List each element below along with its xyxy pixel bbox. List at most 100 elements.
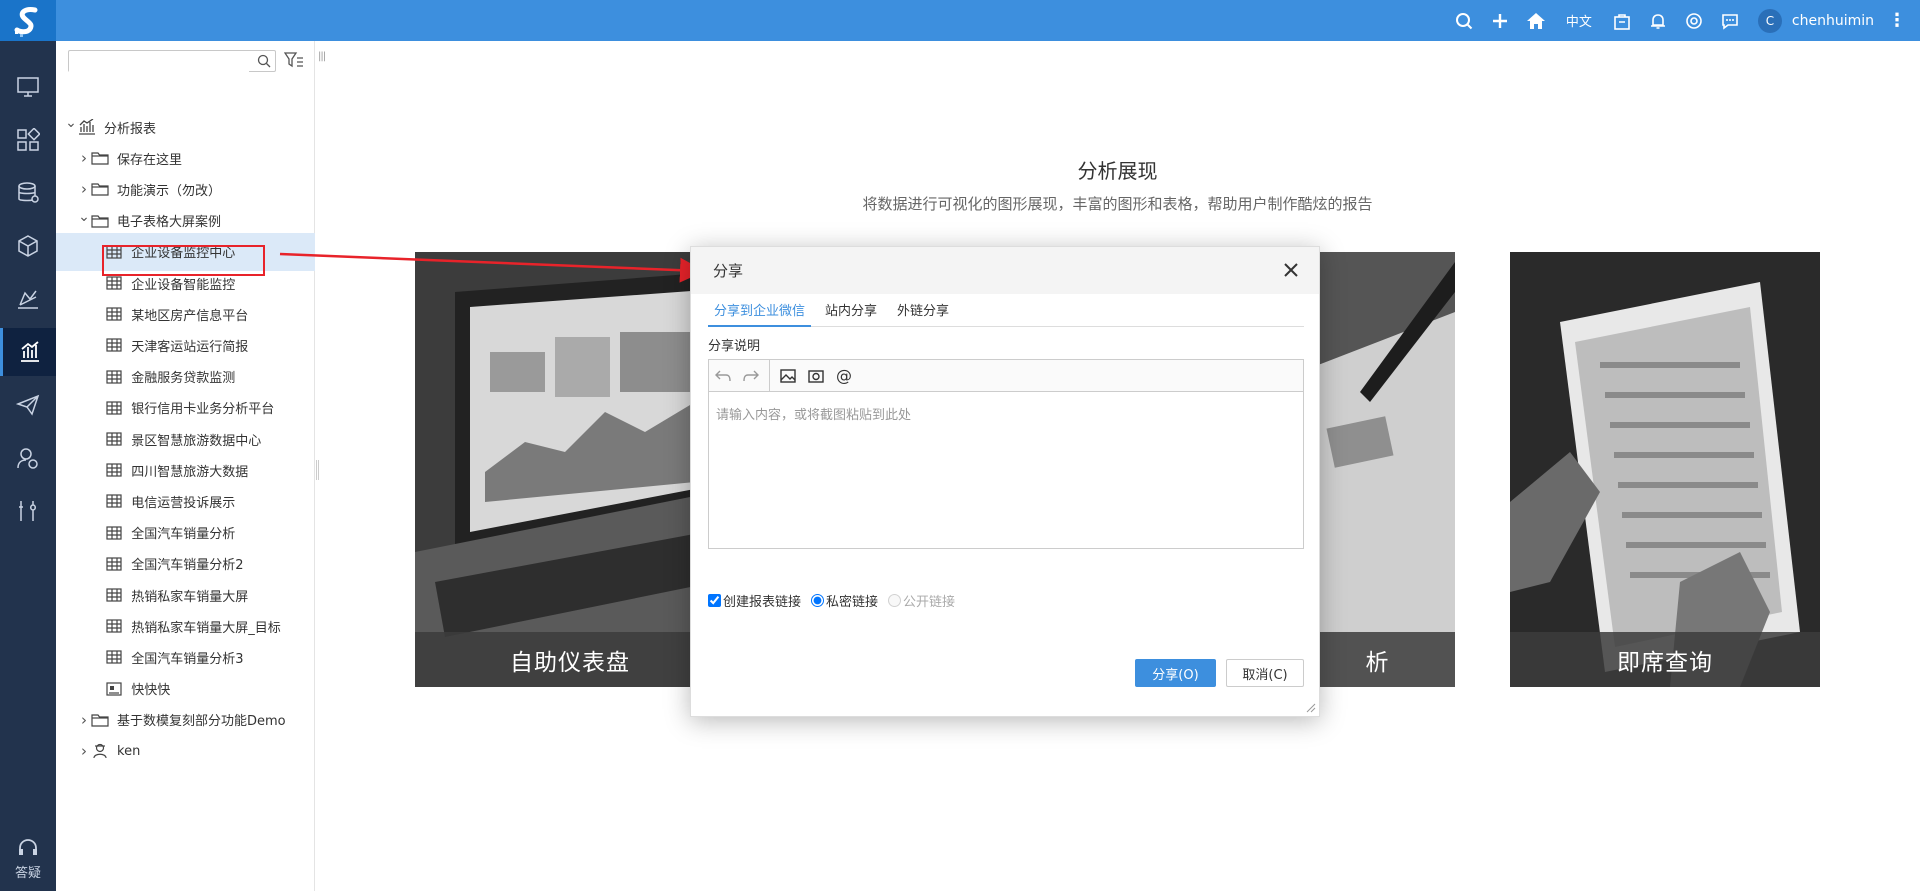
username[interactable]: chenhuimin <box>1792 13 1874 29</box>
cancel-button[interactable]: 取消(C) <box>1226 659 1304 687</box>
theme-icon[interactable] <box>1676 0 1712 41</box>
tree-item-label: 四川智慧旅游大数据 <box>131 464 249 480</box>
language-switch[interactable]: 中文 <box>1554 11 1604 30</box>
search-icon[interactable] <box>1446 0 1482 41</box>
bag-icon[interactable] <box>1604 0 1640 41</box>
toolbar-divider <box>769 359 770 392</box>
create-link-checkbox[interactable] <box>708 594 721 607</box>
dialog-title: 分享 <box>713 262 744 280</box>
tree-search-input[interactable] <box>69 52 249 72</box>
chevron-right-icon[interactable]: › <box>77 180 91 198</box>
chart-area-icon[interactable] <box>0 275 56 323</box>
at-icon[interactable]: @ <box>830 362 858 390</box>
tree-item-label: 银行信用卡业务分析平台 <box>131 402 275 418</box>
bell-icon[interactable] <box>1640 0 1676 41</box>
logo[interactable] <box>0 0 56 41</box>
share-desc-input[interactable] <box>709 392 1303 548</box>
highlight-box <box>102 245 265 276</box>
private-link-radio[interactable] <box>811 594 825 607</box>
public-link-label: 公开链接 <box>903 595 956 610</box>
card-dashboard[interactable]: 自助仪表盘 <box>415 252 725 687</box>
filter-icon[interactable] <box>284 51 304 69</box>
tree-item-label: 金融服务贷款监测 <box>131 371 236 387</box>
table-icon <box>105 556 123 572</box>
private-link-label: 私密链接 <box>826 595 879 610</box>
card-caption: 即席查询 <box>1510 632 1820 687</box>
table-icon <box>105 462 123 478</box>
card-caption: 析 <box>1300 632 1455 687</box>
close-icon[interactable] <box>1280 259 1302 281</box>
tree-item-label: 热销私家车销量大屏 <box>131 589 249 605</box>
create-link-option[interactable]: 创建报表链接 <box>708 591 801 610</box>
tree-search <box>68 50 276 72</box>
table-icon <box>105 275 123 291</box>
table-icon <box>105 400 123 416</box>
left-rail: 答疑 <box>0 41 56 891</box>
private-link-option[interactable]: 私密链接 <box>811 591 878 610</box>
chevron-down-icon[interactable]: ⌄ <box>64 115 78 131</box>
image-icon[interactable] <box>774 362 802 390</box>
tree-item-label: 景区智慧旅游数据中心 <box>131 433 262 449</box>
folder-icon <box>91 181 109 197</box>
tree-item-label: 企业设备智能监控 <box>131 277 236 293</box>
tree-item-label: 基于数模复刻部分功能Demo <box>117 714 286 730</box>
logo-icon <box>14 6 38 37</box>
report-icon[interactable] <box>0 328 56 376</box>
panel-splitter[interactable] <box>316 460 319 480</box>
chevron-down-icon[interactable]: ⌄ <box>77 209 91 225</box>
home-icon[interactable] <box>1518 0 1554 41</box>
tab-external-link[interactable]: 外链分享 <box>891 301 955 327</box>
screenshot-icon[interactable] <box>802 362 830 390</box>
laptop-photo <box>415 252 725 687</box>
search-icon[interactable] <box>257 54 271 68</box>
page-title: 分析展现 <box>1077 159 1158 183</box>
tab-internal[interactable]: 站内分享 <box>819 301 883 327</box>
help-button[interactable]: 答疑 <box>0 838 56 881</box>
message-icon[interactable] <box>1712 0 1748 41</box>
tree-item-label: ken <box>117 743 141 759</box>
tree-item-label: 某地区房产信息平台 <box>131 308 249 324</box>
resize-grip-icon[interactable] <box>1306 703 1316 713</box>
tools-icon[interactable] <box>0 487 56 535</box>
plus-icon[interactable] <box>1482 0 1518 41</box>
table-icon <box>105 306 123 322</box>
tree-item-label: 电信运营投诉展示 <box>131 495 236 511</box>
layout-icon[interactable] <box>0 116 56 164</box>
tree-item-label: 热销私家车销量大屏_目标 <box>131 620 281 636</box>
more-icon[interactable]: ⋮ <box>1888 10 1906 31</box>
tree-item-label: 全国汽车销量分析 <box>131 527 236 543</box>
avatar[interactable]: C <box>1757 8 1782 33</box>
chevron-right-icon[interactable]: › <box>77 711 91 729</box>
card-adhoc-query[interactable]: 即席查询 <box>1510 252 1820 687</box>
chevron-right-icon[interactable]: › <box>77 149 91 167</box>
table-icon <box>105 618 123 634</box>
collapse-handle[interactable]: ||| <box>318 51 326 62</box>
send-icon[interactable] <box>0 381 56 429</box>
report-icon <box>78 119 96 135</box>
table-icon <box>105 649 123 665</box>
folder-icon <box>91 150 109 166</box>
database-icon[interactable] <box>0 169 56 217</box>
redo-icon[interactable] <box>737 362 765 390</box>
chevron-right-icon[interactable]: › <box>77 742 91 760</box>
top-bar: 中文 C chenhuimin ⋮ <box>0 0 1920 41</box>
public-link-radio <box>888 594 902 607</box>
user-settings-icon[interactable] <box>0 434 56 482</box>
tree-item-label: 电子表格大屏案例 <box>117 215 222 231</box>
dialog-header: 分享 <box>691 247 1319 294</box>
undo-icon[interactable] <box>709 362 737 390</box>
share-button[interactable]: 分享(O) <box>1135 659 1216 687</box>
tree-item-label: 天津客运站运行简报 <box>131 339 249 355</box>
card-analysis[interactable]: 析 <box>1300 252 1455 687</box>
table-icon <box>105 493 123 509</box>
report-tree-panel: ⌄ 分析报表 › 保存在这里 › 功能演示（勿改） ⌄ 电子表格大屏案例 企业设备监控中心 企业设… <box>56 41 315 891</box>
tree-item[interactable]: › ken <box>56 732 315 770</box>
tab-wecom[interactable]: 分享到企业微信 <box>708 301 812 327</box>
cube-icon[interactable] <box>0 222 56 270</box>
tree-item-label: 功能演示（勿改） <box>117 183 222 199</box>
document-photo <box>1300 252 1455 687</box>
tree-item-label: 分析报表 <box>104 121 157 137</box>
monitor-icon[interactable] <box>0 63 56 111</box>
folder-icon <box>91 213 109 229</box>
help-label: 答疑 <box>14 866 41 881</box>
